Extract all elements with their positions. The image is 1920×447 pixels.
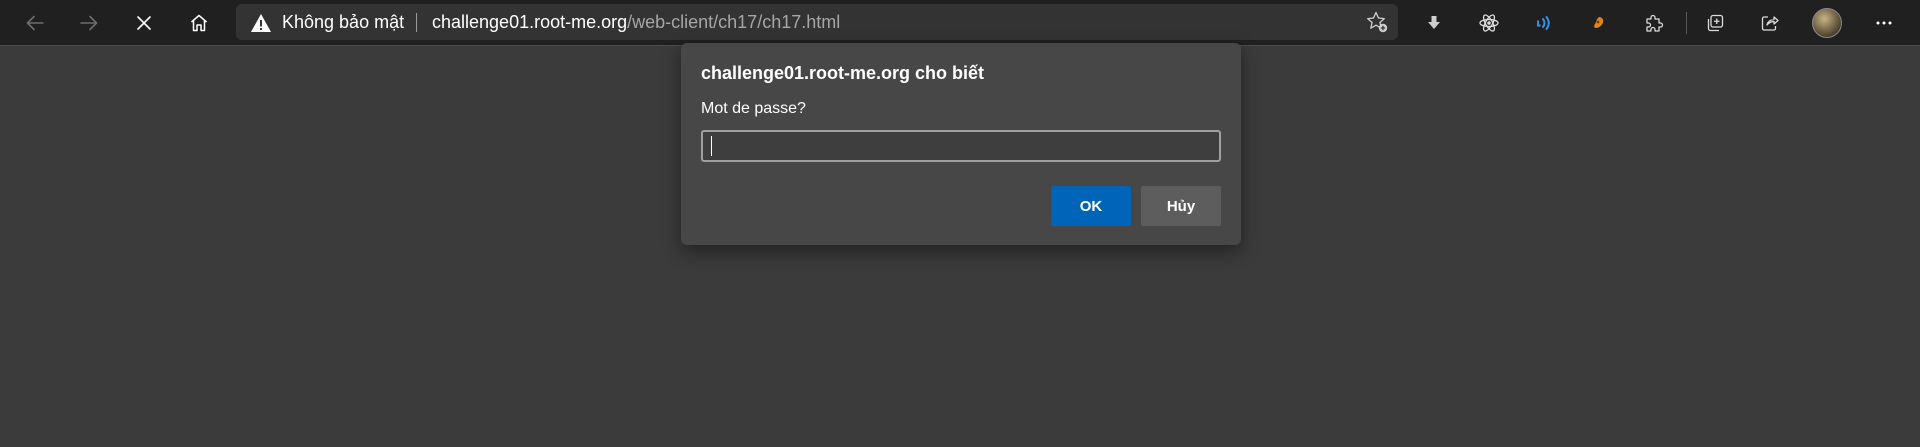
dialog-message: Mot de passe? <box>701 100 806 117</box>
extensions-puzzle-icon <box>1646 14 1664 32</box>
address-bar[interactable]: Không bảo mật challenge01.root-me.org/we… <box>236 4 1398 40</box>
favorite-star-add-icon <box>1367 11 1388 33</box>
prompt-dialog: challenge01.root-me.org cho biết Mot de … <box>681 43 1241 245</box>
add-favorite-button[interactable] <box>1364 9 1390 35</box>
toolbar-divider <box>1686 12 1687 34</box>
read-aloud-icon <box>1537 16 1550 30</box>
dialog-title: challenge01.root-me.org cho biết <box>701 63 985 83</box>
share-icon <box>1761 16 1779 31</box>
home-button[interactable] <box>181 5 217 41</box>
url-host: challenge01.root-me.org <box>432 12 628 32</box>
download-extension-button[interactable] <box>1416 5 1452 41</box>
address-separator <box>416 13 417 32</box>
url-text[interactable]: challenge01.root-me.org/web-client/ch17/… <box>432 4 840 40</box>
home-icon <box>191 14 207 32</box>
react-devtools-button[interactable] <box>1471 5 1507 41</box>
back-arrow-icon <box>26 15 44 31</box>
orange-extension-button[interactable] <box>1581 5 1617 41</box>
url-path: /web-client/ch17/ch17.html <box>627 12 841 32</box>
browser-toolbar: Không bảo mật challenge01.root-me.org/we… <box>0 0 1920 46</box>
download-icon <box>1428 16 1440 29</box>
cancel-button[interactable]: Hủy <box>1141 186 1221 226</box>
password-input[interactable] <box>701 130 1221 162</box>
settings-menu-button[interactable] <box>1866 5 1902 41</box>
ok-button[interactable]: OK <box>1051 186 1131 226</box>
forward-button[interactable] <box>71 5 107 41</box>
forward-arrow-icon <box>80 15 98 31</box>
text-caret <box>711 136 712 156</box>
share-button[interactable] <box>1752 5 1788 41</box>
profile-avatar[interactable] <box>1812 8 1842 38</box>
back-button[interactable] <box>17 5 53 41</box>
read-aloud-button[interactable] <box>1526 5 1562 41</box>
security-status-label[interactable]: Không bảo mật <box>282 4 404 40</box>
more-menu-icon <box>1876 21 1892 25</box>
warning-icon <box>251 14 271 32</box>
collections-icon <box>1707 14 1724 32</box>
collections-button[interactable] <box>1697 5 1733 41</box>
stop-loading-icon <box>137 16 151 30</box>
extension-icon <box>1594 17 1604 28</box>
stop-loading-button[interactable] <box>126 5 162 41</box>
extensions-button[interactable] <box>1636 5 1672 41</box>
react-devtools-icon <box>1479 14 1499 32</box>
